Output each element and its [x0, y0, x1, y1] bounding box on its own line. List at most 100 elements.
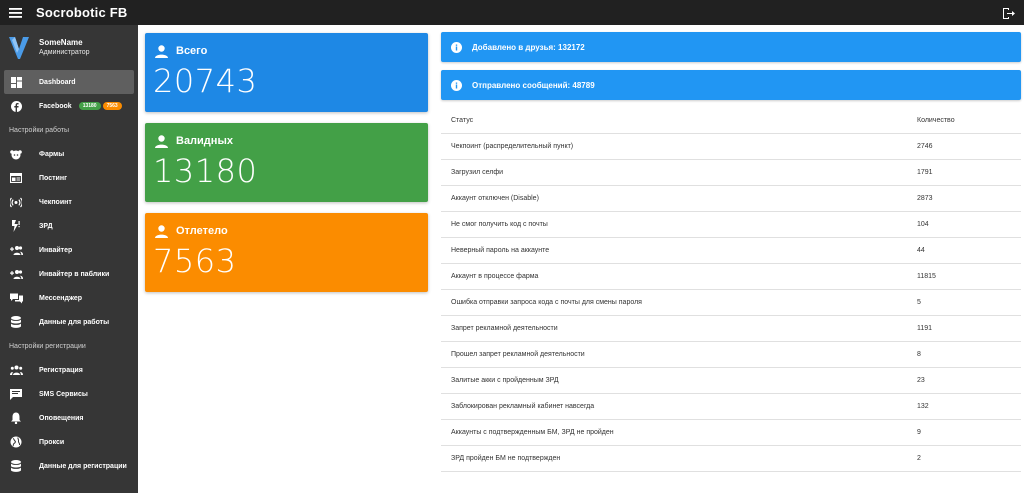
column-header-count: Количество — [917, 109, 1021, 134]
count-cell: 104 — [917, 211, 1021, 238]
zrd-icon — [9, 219, 23, 233]
sidebar-item-farms[interactable]: Фармы — [0, 142, 138, 166]
sidebar-item-dashboard[interactable]: Dashboard — [4, 70, 134, 94]
table-row: Ошибка отправки запроса кода с почты для… — [441, 289, 1021, 316]
table-row: Аккаунт в процессе фарма 11815 — [441, 263, 1021, 290]
status-cell: Не смог получить код с почты — [441, 211, 917, 238]
status-cell: Неверный пароль на аккаунте — [441, 237, 917, 264]
stat-title: Всего — [176, 45, 208, 57]
sidebar-item-label: Регистрация — [39, 366, 83, 374]
sidebar-item-notifications[interactable]: Оповещения — [0, 406, 138, 430]
stat-value: 13180 — [153, 152, 258, 190]
count-cell: 9 — [917, 419, 1021, 446]
count-cell: 1191 — [917, 315, 1021, 342]
sidebar-item-proxy[interactable]: Прокси — [0, 430, 138, 454]
user-name: SomeName — [39, 38, 83, 47]
user-panel: SomeName Администратор — [0, 25, 138, 70]
section-work-settings: Настройки работы — [9, 126, 70, 134]
sidebar-item-inviter-public[interactable]: Инвайтер в паблики — [0, 262, 138, 286]
stat-card-total: Всего 20743 — [145, 33, 428, 112]
count-cell: 23 — [917, 367, 1021, 394]
table-row: Заблокирован рекламный кабинет навсегда 1… — [441, 393, 1021, 420]
status-cell: Заблокирован рекламный кабинет навсегда — [441, 393, 917, 420]
status-cell: Загрузил селфи — [441, 159, 917, 186]
table-row: Неверный пароль на аккаунте 44 — [441, 237, 1021, 264]
status-cell: Чекпоинт (распределительный пункт) — [441, 133, 917, 160]
database-icon — [9, 315, 23, 329]
count-cell: 44 — [917, 237, 1021, 264]
stat-card-fallen: Отлетело 7563 — [145, 213, 428, 292]
valid-count-badge: 13180 — [78, 102, 101, 110]
sidebar-item-label: Dashboard — [39, 78, 76, 86]
info-icon — [451, 79, 462, 91]
status-cell: Аккаунты с подтвержденным БМ, ЗРД не про… — [441, 419, 917, 446]
sidebar-item-posting[interactable]: Постинг — [0, 166, 138, 190]
table-row: Аккаунт отключен (Disable) 2873 — [441, 185, 1021, 212]
sidebar-item-label: Прокси — [39, 438, 65, 446]
table-row: Загрузил селфи 1791 — [441, 159, 1021, 186]
bell-icon — [9, 411, 23, 425]
sidebar-item-zrd[interactable]: ЗРД — [0, 214, 138, 238]
status-cell: Залитые акки с пройденным ЗРД — [441, 367, 917, 394]
info-icon — [451, 41, 462, 53]
sidebar-item-registration[interactable]: Регистрация — [0, 358, 138, 382]
sidebar: SomeName Администратор Dashboard Faceboo… — [0, 25, 138, 493]
dashboard-icon — [9, 75, 23, 89]
column-header-status: Статус — [441, 109, 917, 134]
user-icon — [155, 224, 168, 238]
menu-icon[interactable] — [0, 0, 30, 25]
stat-card-valid: Валидных 13180 — [145, 123, 428, 202]
sidebar-item-label: Оповещения — [39, 414, 84, 422]
status-cell: ЗРД пройден БМ не подтвержден — [441, 445, 917, 472]
globe-icon — [9, 435, 23, 449]
checkpoint-icon — [9, 195, 23, 209]
sidebar-item-messenger[interactable]: Мессенджер — [0, 286, 138, 310]
sidebar-item-label: Фармы — [39, 150, 65, 158]
info-text: Добавлено в друзья: 132172 — [472, 42, 585, 52]
logout-icon[interactable] — [998, 3, 1018, 23]
table-row: ЗРД пройден БМ не подтвержден 2 — [441, 445, 1021, 472]
sidebar-item-facebook[interactable]: Facebook 13180 7563 — [0, 94, 138, 118]
top-app-bar: Socrobotic FB — [0, 0, 1024, 25]
messenger-icon — [9, 291, 23, 305]
count-cell: 2873 — [917, 185, 1021, 212]
sidebar-item-work-data[interactable]: Данные для работы — [0, 310, 138, 334]
sidebar-item-label: SMS Сервисы — [39, 390, 88, 398]
count-cell: 2 — [917, 445, 1021, 472]
sidebar-item-label: Мессенджер — [39, 294, 83, 302]
stat-title: Отлетело — [176, 225, 228, 237]
table-row: Запрет рекламной деятельности 1191 — [441, 315, 1021, 342]
status-cell: Запрет рекламной деятельности — [441, 315, 917, 342]
sidebar-item-sms[interactable]: SMS Сервисы — [0, 382, 138, 406]
inviter-icon — [9, 243, 23, 257]
table-header-row: Статус Количество — [441, 109, 1021, 134]
fallen-count-badge: 7563 — [102, 102, 122, 110]
sidebar-item-inviter[interactable]: Инвайтер — [0, 238, 138, 262]
sms-icon — [9, 387, 23, 401]
table-row: Залитые акки с пройденным ЗРД 23 — [441, 367, 1021, 394]
database-icon — [9, 459, 23, 473]
sidebar-item-registration-data[interactable]: Данные для регистрации — [0, 454, 138, 478]
status-cell: Ошибка отправки запроса кода с почты для… — [441, 289, 917, 316]
status-cell: Прошел запрет рекламной деятельности — [441, 341, 917, 368]
sidebar-item-checkpoint[interactable]: Чекпоинт — [0, 190, 138, 214]
count-cell: 11815 — [917, 263, 1021, 290]
info-friends-added: Добавлено в друзья: 132172 — [441, 32, 1021, 62]
user-icon — [155, 44, 168, 58]
count-cell: 8 — [917, 341, 1021, 368]
sidebar-item-label: Инвайтер — [39, 246, 73, 254]
stat-title: Валидных — [176, 135, 233, 147]
info-text: Отправлено сообщений: 48789 — [472, 80, 595, 90]
stat-value: 20743 — [153, 62, 258, 100]
registration-icon — [9, 363, 23, 377]
status-cell: Аккаунт в процессе фарма — [441, 263, 917, 290]
count-cell: 132 — [917, 393, 1021, 420]
section-registration-settings: Настройки регистрации — [9, 342, 86, 350]
sidebar-item-label: Инвайтер в паблики — [39, 270, 110, 278]
count-cell: 1791 — [917, 159, 1021, 186]
facebook-icon — [9, 99, 23, 113]
sidebar-item-label: ЗРД — [39, 222, 53, 230]
table-row: Прошел запрет рекламной деятельности 8 — [441, 341, 1021, 368]
status-table: Статус Количество Чекпоинт (распределите… — [441, 109, 1021, 472]
farm-icon — [9, 147, 23, 161]
